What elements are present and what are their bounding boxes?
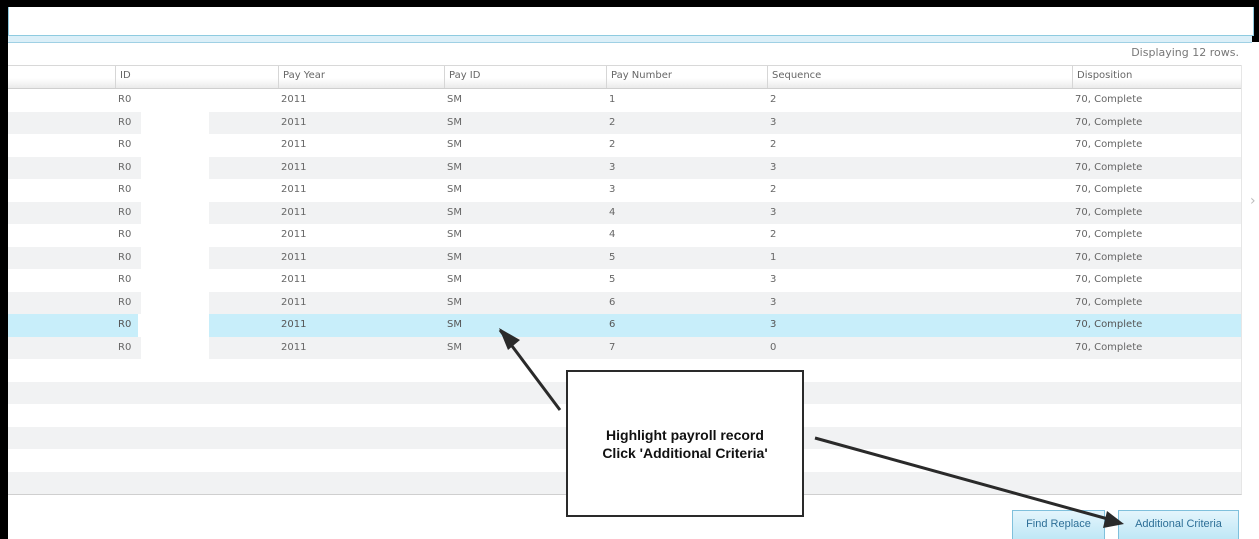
callout-arrow-to-button [814, 436, 1109, 521]
arrowhead-row [499, 328, 520, 350]
instruction-callout: Highlight payroll record Click 'Addition… [566, 370, 804, 517]
callout-text: Highlight payroll record Click 'Addition… [602, 426, 768, 461]
arrowhead-button [1103, 511, 1124, 528]
